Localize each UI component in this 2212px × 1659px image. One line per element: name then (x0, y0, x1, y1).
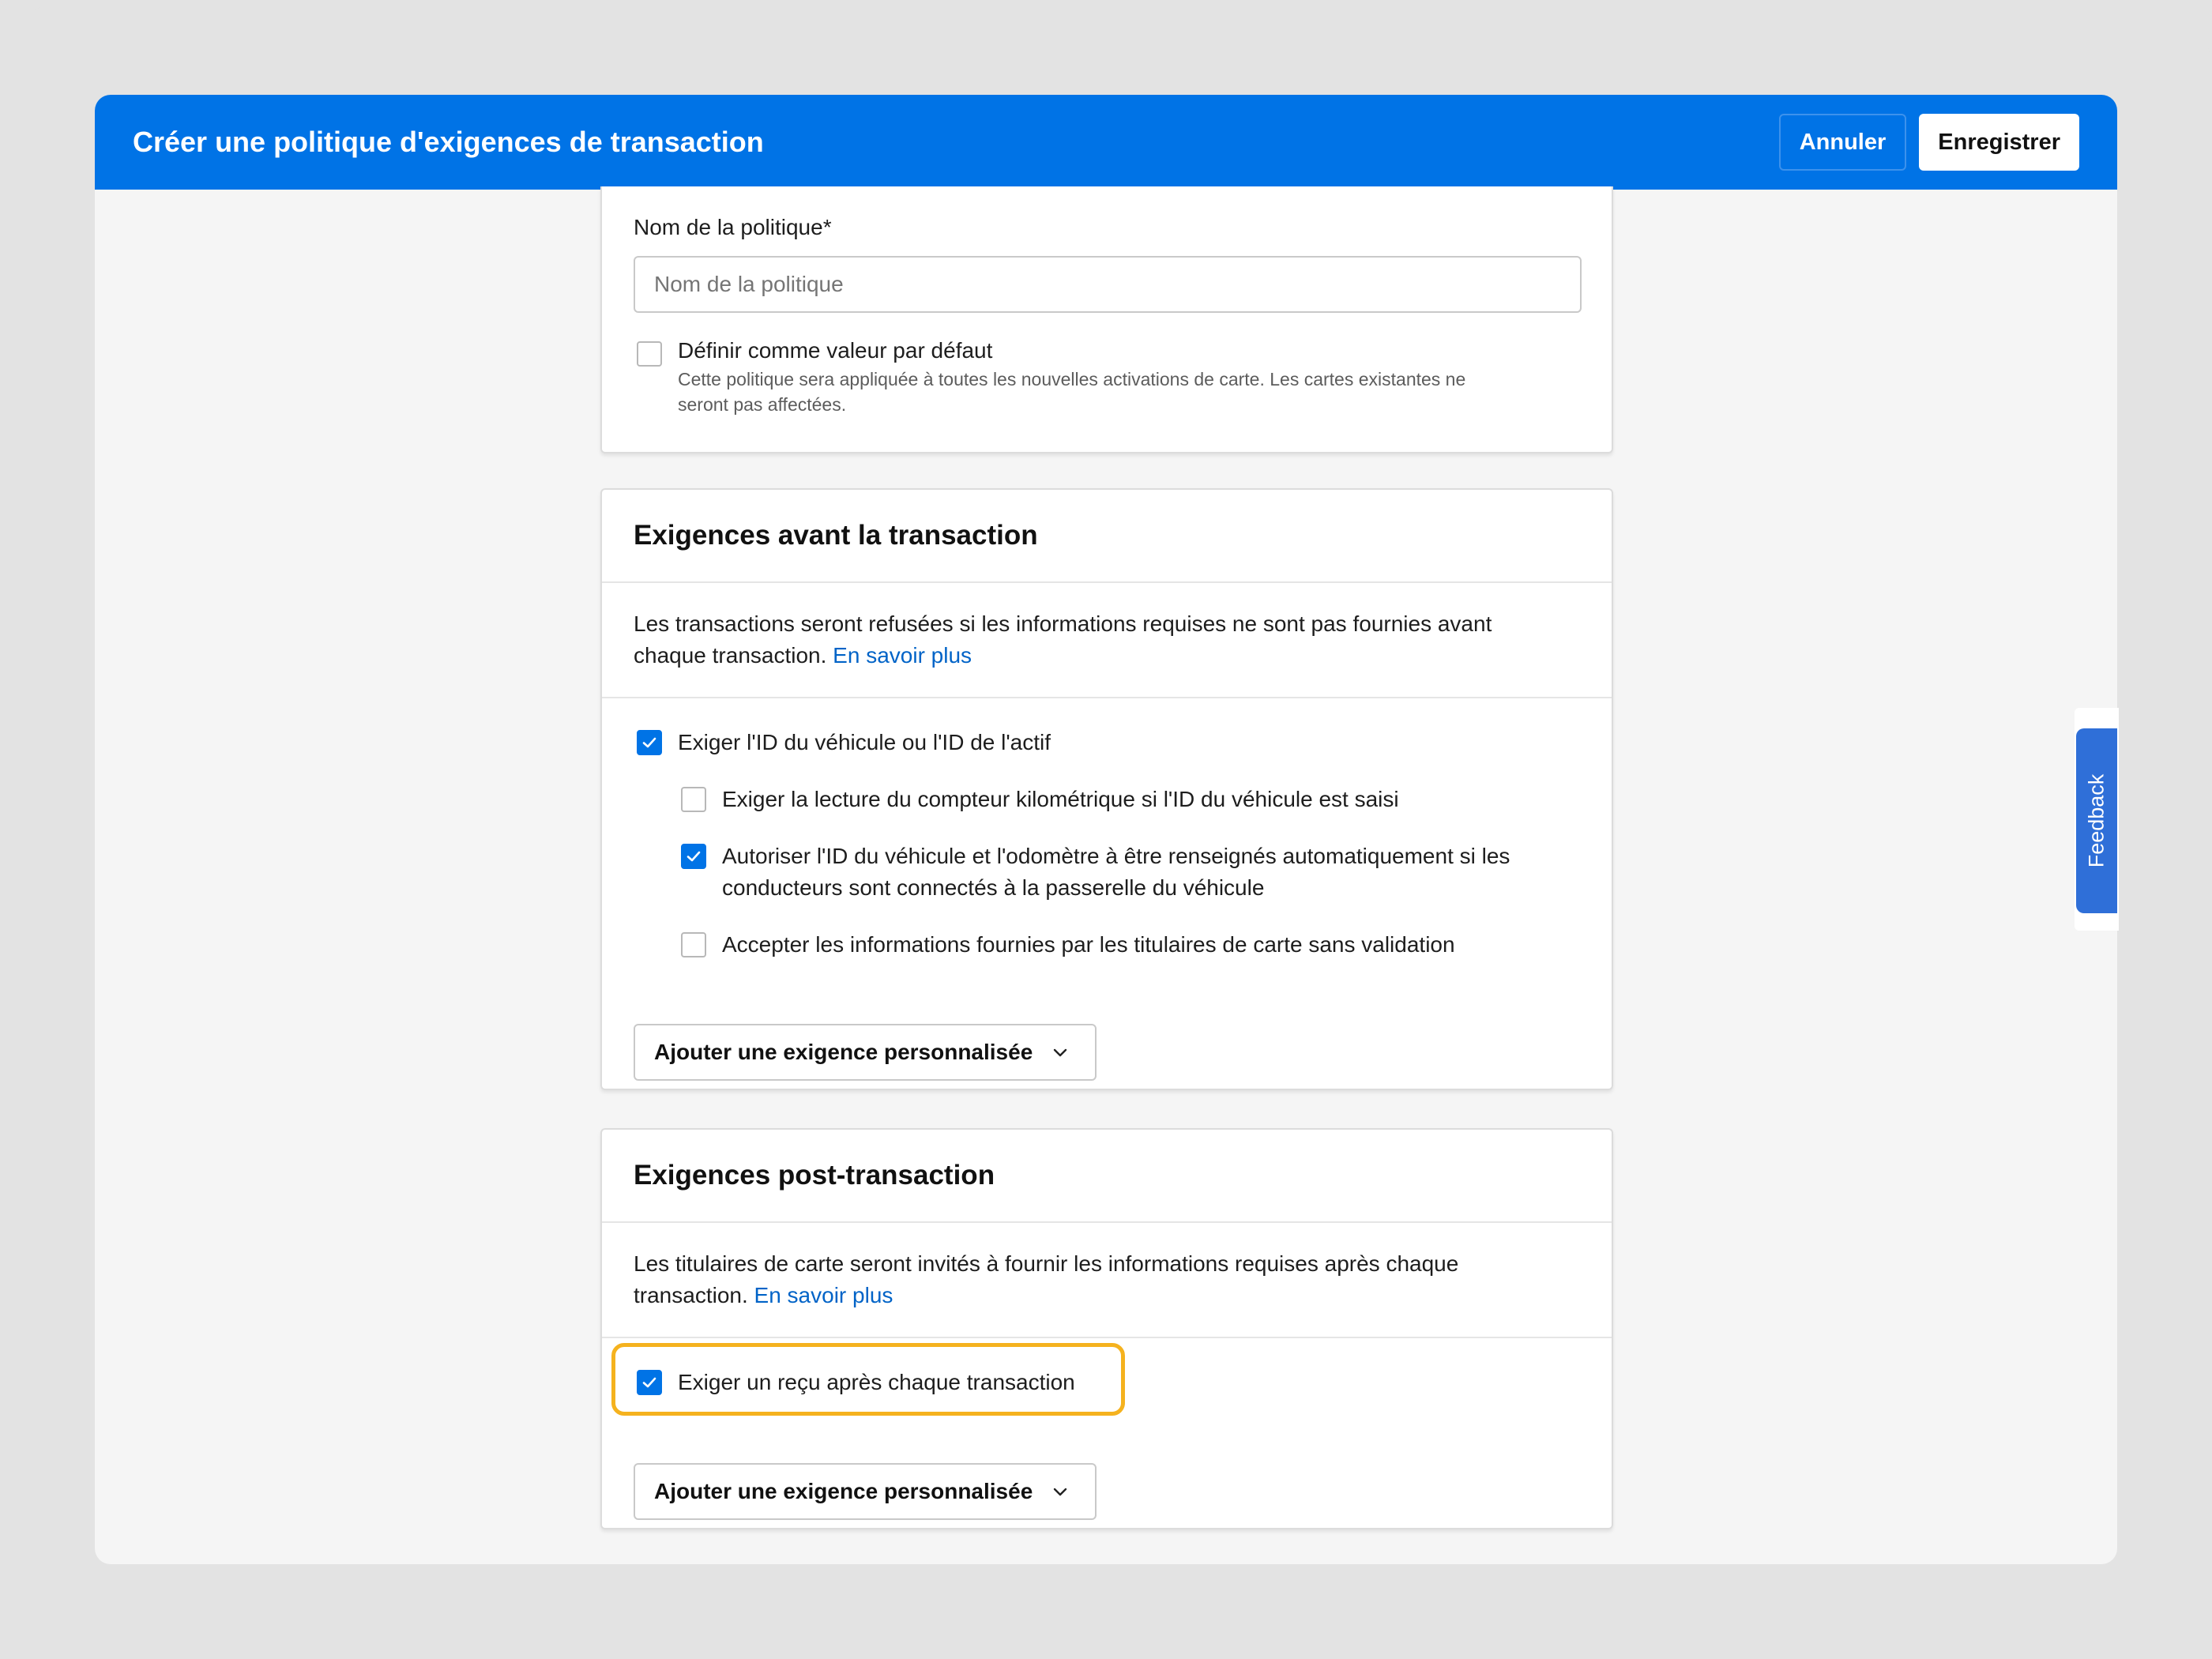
feedback-label: Feedback (2084, 773, 2109, 868)
pre-transaction-description: Les transactions seront refusées si les … (634, 608, 1582, 672)
chevron-down-icon (1054, 1048, 1067, 1057)
add-custom-requirement-dropdown[interactable]: Ajouter une exigence personnalisée (634, 1024, 1097, 1081)
default-help-text-line2: seront pas affectées. (678, 394, 847, 415)
divider (602, 1337, 1612, 1338)
accept-without-validation-label: Accepter les informations fournies par l… (722, 932, 1455, 957)
save-button[interactable]: Enregistrer (1919, 114, 2079, 171)
post-transaction-description-line1: Les titulaires de carte seront invités à… (634, 1251, 1459, 1276)
default-checkbox-label: Définir comme valeur par défaut (678, 338, 993, 363)
chevron-down-icon (1054, 1488, 1067, 1496)
add-custom-requirement-label: Ajouter une exigence personnalisée (654, 1040, 1033, 1064)
pre-transaction-learn-more-link[interactable]: En savoir plus (833, 643, 972, 668)
default-help-text-line1: Cette politique sera appliquée à toutes … (678, 369, 1466, 389)
checkmark-icon (642, 737, 656, 748)
accept-without-validation-checkbox[interactable] (681, 932, 706, 957)
require-odometer-label: Exiger la lecture du compteur kilométriq… (722, 787, 1399, 811)
policy-details-card: Nom de la politique* Définir comme valeu… (600, 186, 1613, 453)
divider (602, 1221, 1612, 1223)
checkmark-icon (687, 851, 701, 862)
post-transaction-title: Exigences post-transaction (634, 1160, 995, 1191)
auto-fill-vehicle-label-line2: conducteurs sont connectés à la passerel… (722, 875, 1265, 900)
page-title: Créer une politique d'exigences de trans… (133, 126, 764, 158)
require-vehicle-id-label: Exiger l'ID du véhicule ou l'ID de l'act… (678, 730, 1051, 754)
pre-transaction-card: Exigences avant la transaction Les trans… (600, 488, 1613, 1090)
device-frame: Créer une politique d'exigences de trans… (0, 0, 2212, 1659)
default-checkbox[interactable] (637, 341, 662, 367)
require-vehicle-id-checkbox[interactable] (637, 730, 662, 755)
pre-transaction-description-line2: chaque transaction. (634, 643, 827, 668)
receipt-highlight-outline (611, 1343, 1125, 1416)
divider (602, 581, 1612, 583)
page-header: Créer une politique d'exigences de trans… (95, 95, 2117, 190)
post-transaction-card: Exigences post-transaction Les titulaire… (600, 1128, 1613, 1529)
pre-transaction-description-line1: Les transactions seront refusées si les … (634, 611, 1492, 636)
policy-name-input[interactable] (634, 256, 1582, 313)
policy-name-label: Nom de la politique* (634, 215, 832, 239)
pre-transaction-title: Exigences avant la transaction (634, 520, 1038, 551)
require-odometer-checkbox[interactable] (681, 787, 706, 812)
auto-fill-vehicle-checkbox[interactable] (681, 844, 706, 869)
cancel-button[interactable]: Annuler (1778, 114, 1907, 171)
divider (602, 697, 1612, 698)
add-custom-requirement-dropdown[interactable]: Ajouter une exigence personnalisée (634, 1463, 1097, 1520)
post-transaction-learn-more-link[interactable]: En savoir plus (754, 1283, 893, 1307)
add-custom-requirement-label: Ajouter une exigence personnalisée (654, 1479, 1033, 1503)
post-transaction-description: Les titulaires de carte seront invités à… (634, 1248, 1582, 1311)
post-transaction-description-line2: transaction. (634, 1283, 748, 1307)
feedback-tab[interactable]: Feedback (2076, 728, 2117, 913)
auto-fill-vehicle-label-line1: Autoriser l'ID du véhicule et l'odomètre… (722, 844, 1510, 868)
